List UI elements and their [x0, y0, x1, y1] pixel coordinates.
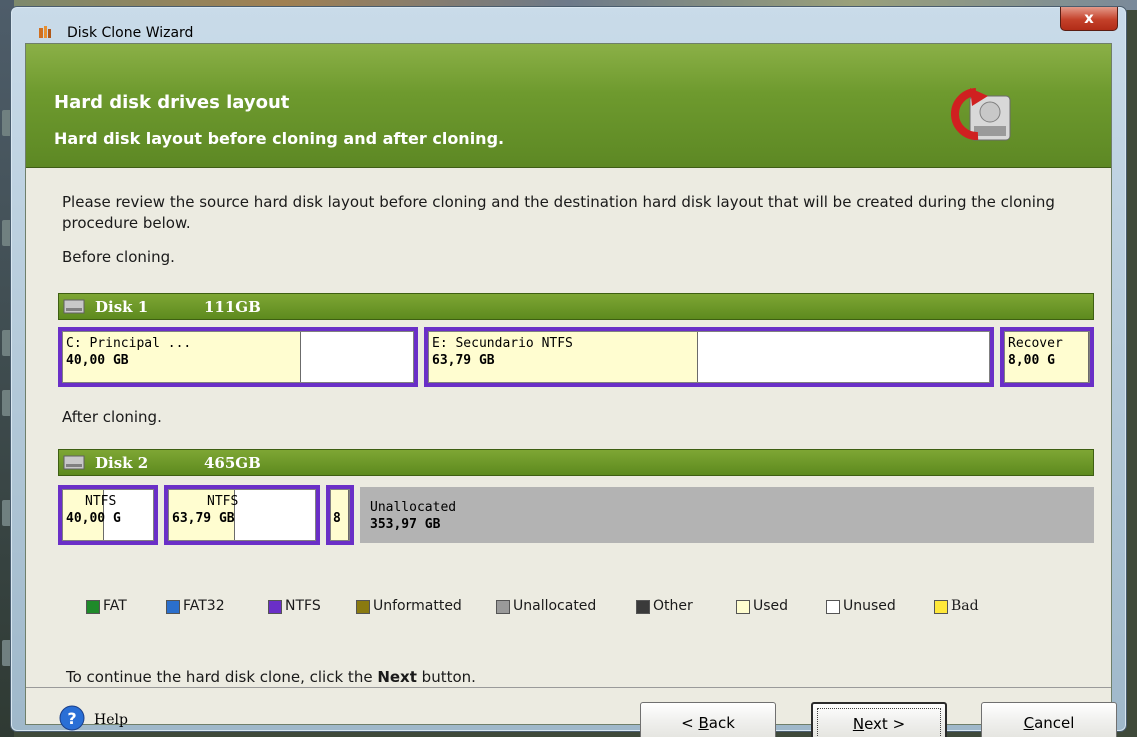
- disk1-partition-c[interactable]: C: Principal ... 40,00 GB: [58, 327, 418, 387]
- disk1-header: Disk 1 111GB: [58, 293, 1094, 320]
- partition-label: C: Principal ...: [66, 336, 192, 351]
- disk2-partition-2[interactable]: NTFS 63,79 GB: [164, 485, 320, 545]
- app-icon: [39, 26, 51, 38]
- svg-text:?: ?: [67, 709, 76, 728]
- partition-label: Recover: [1008, 336, 1063, 351]
- disk2-unallocated[interactable]: Unallocated 353,97 GB: [360, 487, 1094, 543]
- disk2-header: Disk 2 465GB: [58, 449, 1094, 476]
- intro-text: Please review the source hard disk layou…: [62, 193, 1055, 232]
- help-link[interactable]: Help: [94, 712, 128, 728]
- partition-size: 63,79 GB: [172, 511, 235, 526]
- hard-disk-icon: [63, 455, 85, 470]
- continue-instructions: To continue the hard disk clone, click t…: [66, 668, 476, 686]
- unallocated-label: Unallocated: [370, 500, 457, 515]
- disk2-name: Disk 2: [95, 454, 149, 472]
- next-button[interactable]: Next >: [811, 702, 947, 737]
- hard-disk-icon: [63, 299, 85, 314]
- partition-legend: FAT FAT32 NTFS Unformatted Unallocated O…: [86, 596, 1086, 618]
- partition-size: 40,00 G: [66, 511, 121, 526]
- disk1-partition-e[interactable]: E: Secundario NTFS 63,79 GB: [424, 327, 994, 387]
- wizard-header: Hard disk drives layout Hard disk layout…: [26, 44, 1111, 168]
- wizard-client-area: Hard disk drives layout Hard disk layout…: [25, 43, 1117, 737]
- disk2-partition-1[interactable]: NTFS 40,00 G: [58, 485, 158, 545]
- title-bar[interactable]: Disk Clone Wizard x: [11, 7, 1126, 43]
- next-keyword: Next: [377, 668, 417, 686]
- close-icon: x: [1084, 9, 1094, 27]
- disk1-partition-row: C: Principal ... 40,00 GB E: Secundario …: [58, 327, 1094, 387]
- after-cloning-label: After cloning.: [62, 408, 162, 426]
- disk1-name: Disk 1: [95, 298, 149, 316]
- unallocated-size: 353,97 GB: [370, 517, 441, 532]
- partition-size: 8: [333, 511, 341, 526]
- before-cloning-label: Before cloning.: [62, 248, 175, 266]
- cancel-button[interactable]: Cancel: [981, 702, 1117, 737]
- disk2-partition-row: NTFS 40,00 G NTFS 63,79 GB 8 Unallocated…: [58, 485, 1094, 545]
- header-subtitle: Hard disk layout before cloning and afte…: [54, 129, 505, 148]
- header-title: Hard disk drives layout: [54, 92, 290, 113]
- disk1-size: 111GB: [204, 298, 261, 316]
- footer-divider: [26, 687, 1111, 688]
- partition-label: NTFS: [207, 494, 239, 509]
- partition-size: 8,00 G: [1008, 353, 1055, 368]
- partition-size: 63,79 GB: [432, 353, 495, 368]
- disk-clone-icon: [951, 88, 1011, 141]
- partition-size: 40,00 GB: [66, 353, 129, 368]
- back-button[interactable]: < Back: [640, 702, 776, 737]
- disk-clone-wizard-window: Disk Clone Wizard x Hard disk drives lay…: [10, 6, 1127, 737]
- disk2-size: 465GB: [204, 454, 261, 472]
- disk1-partition-recovery[interactable]: Recover 8,00 G: [1000, 327, 1094, 387]
- help-icon[interactable]: ?: [58, 704, 86, 732]
- partition-label: E: Secundario NTFS: [432, 336, 573, 351]
- disk2-partition-3[interactable]: 8: [326, 485, 354, 545]
- close-button[interactable]: x: [1060, 7, 1118, 31]
- partition-label: NTFS: [85, 494, 117, 509]
- window-title: Disk Clone Wizard: [67, 25, 194, 41]
